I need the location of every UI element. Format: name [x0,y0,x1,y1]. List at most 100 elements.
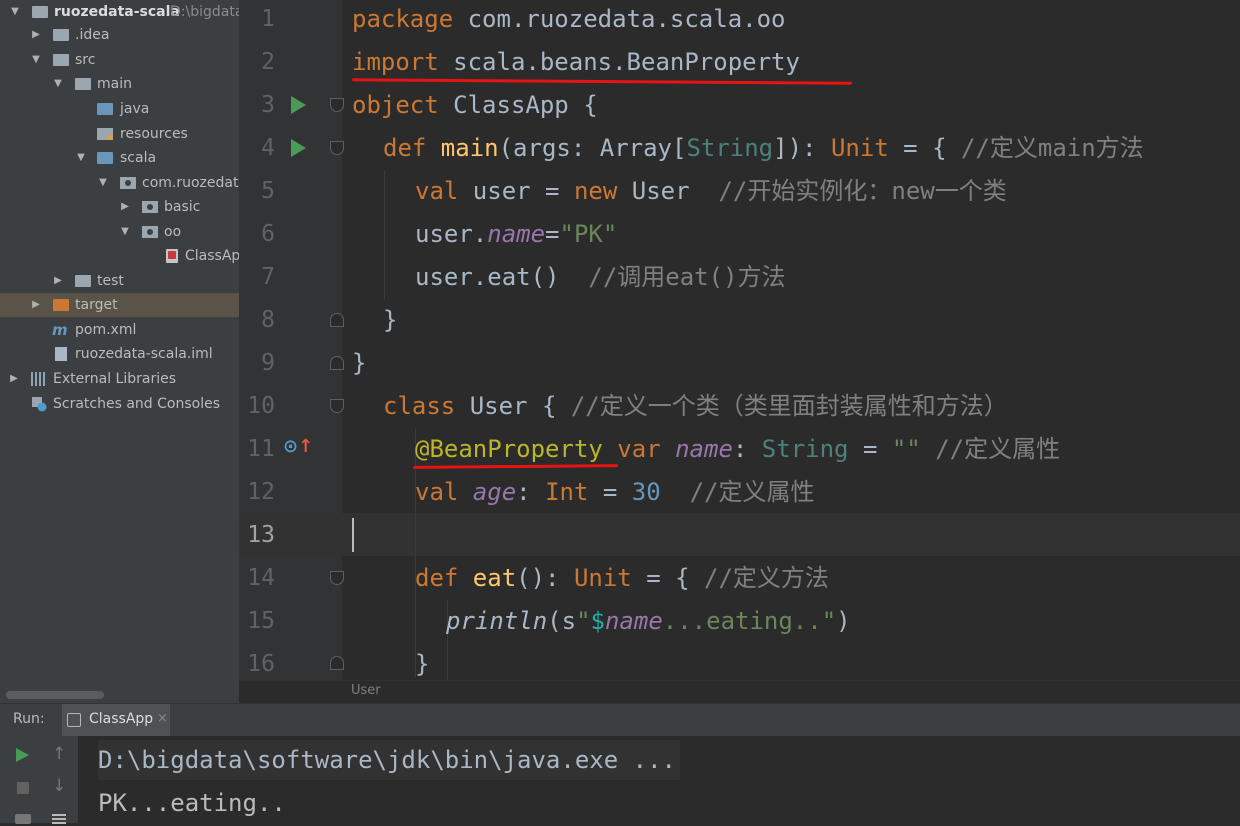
indent-guide [384,170,385,300]
tree-item-package[interactable]: ▼ com.ruozedata [0,171,239,195]
project-tree: ▼ ruozedata-scala D:\bigdata ▶ .idea ▼ s… [0,0,239,703]
tree-item-scala[interactable]: ▼ scala [0,146,239,170]
line-number[interactable]: 4 [239,127,275,170]
code-line-15[interactable]: println(s"$name...eating..") [446,600,851,643]
line-number[interactable]: 8 [239,299,275,342]
run-panel: Run: ClassApp × ↑ ↓ D:\bigdata\software\… [0,703,1240,826]
arrow-up-icon[interactable]: ↑ [52,744,66,764]
soft-wrap-icon[interactable] [52,814,66,826]
line-number[interactable]: 15 [239,600,275,643]
line-number[interactable]: 10 [239,385,275,428]
code-line-3[interactable]: object ClassApp { [352,84,598,127]
libraries-icon [31,372,47,386]
run-gutter-icon[interactable] [291,96,306,114]
chevron-right-icon[interactable]: ▶ [7,367,21,391]
fold-icon[interactable] [330,313,344,327]
line-number[interactable]: 11 [239,428,275,471]
line-number[interactable]: 6 [239,213,275,256]
chevron-right-icon[interactable]: ▶ [29,23,43,47]
tree-item-pom[interactable]: m pom.xml [0,318,239,342]
tree-item-target[interactable]: ▶ target [0,293,239,317]
chevron-down-icon[interactable]: ▼ [8,0,22,24]
resources-folder-icon [97,128,113,140]
fold-icon[interactable] [330,98,344,112]
line-number[interactable]: 5 [239,170,275,213]
run-label: Run: [13,711,45,727]
line-number[interactable]: 3 [239,84,275,127]
rerun-icon[interactable] [16,748,29,762]
tree-item-src[interactable]: ▼ src [0,48,239,72]
stop-icon[interactable] [17,782,29,794]
chevron-down-icon[interactable]: ▼ [118,220,132,244]
tree-item-label: ruozedata-scala.iml [75,346,213,362]
tree-item-resources[interactable]: resources [0,122,239,146]
tree-item-basic[interactable]: ▶ basic [0,195,239,219]
arrow-down-icon[interactable]: ↓ [52,776,66,796]
folder-icon [53,29,69,41]
close-icon[interactable]: × [157,711,168,726]
fold-icon[interactable] [330,141,344,155]
code-line-12[interactable]: val age: Int = 30 //定义属性 [415,471,814,514]
tree-item-test[interactable]: ▶ test [0,269,239,293]
line-number[interactable]: 1 [239,0,275,41]
tree-item-label: test [97,273,124,289]
tree-item-external-libraries[interactable]: ▶ External Libraries [0,367,239,391]
line-number[interactable]: 2 [239,41,275,84]
fold-icon[interactable] [330,571,344,585]
chevron-down-icon[interactable]: ▼ [74,146,88,170]
code-editor[interactable]: 1 2 3 4 5 6 7 8 9 10 11 12 13 14 15 16 ⊙… [239,0,1240,703]
tree-item-classapp[interactable]: ClassApp [0,244,239,268]
run-tab-classapp[interactable]: ClassApp × [62,704,170,736]
chevron-right-icon[interactable]: ▶ [51,269,65,293]
tree-item-scratches[interactable]: Scratches and Consoles [0,392,239,416]
console-output[interactable]: D:\bigdata\software\jdk\bin\java.exe ...… [78,736,1240,823]
console-line: D:\bigdata\software\jdk\bin\java.exe ... [98,740,680,780]
module-file-icon [55,347,67,361]
fold-icon[interactable] [330,399,344,413]
folder-icon [75,275,91,287]
line-number[interactable]: 9 [239,342,275,385]
line-number-current[interactable]: 13 [239,514,275,557]
run-gutter-icon[interactable] [291,139,306,157]
code-line-2[interactable]: import scala.beans.BeanProperty [352,41,800,84]
chevron-right-icon[interactable]: ▶ [29,293,43,317]
chevron-down-icon[interactable]: ▼ [96,171,110,195]
package-icon [120,177,136,189]
tree-item-label: src [75,52,96,68]
horizontal-scrollbar[interactable] [6,691,104,699]
project-name: ruozedata-scala [54,4,180,20]
tree-item-label: Scratches and Consoles [53,396,220,412]
code-line-1[interactable]: package com.ruozedata.scala.oo [352,0,786,41]
tree-item-java[interactable]: java [0,97,239,121]
tree-item-oo[interactable]: ▼ oo [0,220,239,244]
tree-item-label: basic [164,199,201,215]
fold-icon[interactable] [330,656,344,670]
tree-item-label: scala [120,150,157,166]
chevron-right-icon[interactable]: ▶ [118,195,132,219]
line-number[interactable]: 12 [239,471,275,514]
source-folder-icon [97,103,113,115]
code-line-7[interactable]: user.eat() //调用eat()方法 [415,256,786,299]
code-line-8[interactable]: } [383,299,397,342]
code-line-14[interactable]: def eat(): Unit = { //定义方法 [415,557,829,600]
overridden-method-icon[interactable]: ⊙↑ [283,436,313,457]
tree-item-idea[interactable]: ▶ .idea [0,23,239,47]
run-tab-label: ClassApp [89,711,154,727]
code-line-9[interactable]: } [352,342,366,385]
chevron-down-icon[interactable]: ▼ [51,72,65,96]
tree-root[interactable]: ▼ ruozedata-scala D:\bigdata [0,0,239,24]
breadcrumb-item[interactable]: User [351,683,381,698]
tree-item-iml[interactable]: ruozedata-scala.iml [0,342,239,366]
tree-item-main[interactable]: ▼ main [0,72,239,96]
code-line-6[interactable]: user.name="PK" [415,213,617,256]
line-number[interactable]: 14 [239,557,275,600]
line-number[interactable]: 7 [239,256,275,299]
code-line-4[interactable]: def main(args: Array[String]): Unit = { … [383,127,1144,170]
code-line-10[interactable]: class User { //定义一个类（类里面封装属性和方法） [383,385,1008,428]
chevron-down-icon[interactable]: ▼ [29,48,43,72]
breadcrumb[interactable]: User [239,680,1240,703]
maven-icon: m [52,321,68,339]
code-line-5[interactable]: val user = new User //开始实例化：new一个类 [415,170,1007,213]
camera-icon[interactable] [15,814,31,824]
fold-icon[interactable] [330,356,344,370]
